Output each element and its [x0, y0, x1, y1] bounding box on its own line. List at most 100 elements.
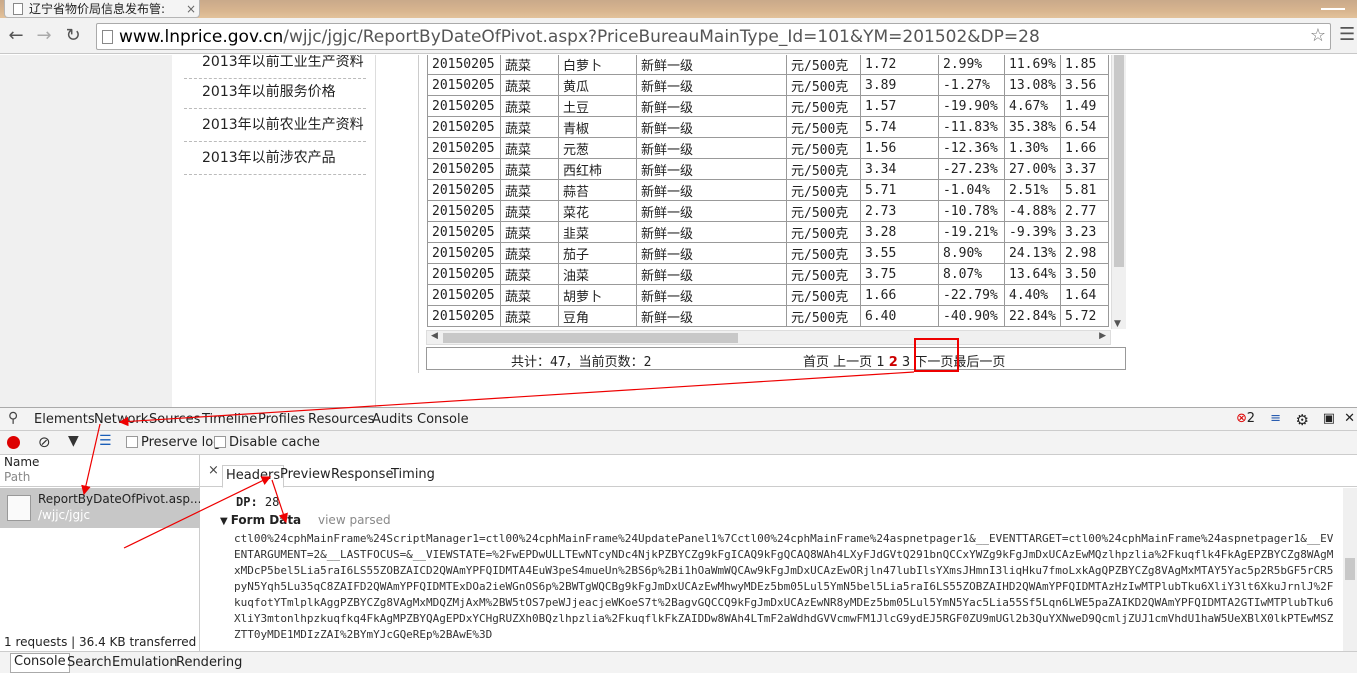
pager-page-1[interactable]: 1: [876, 355, 884, 370]
tab-timing[interactable]: Timing: [391, 467, 435, 482]
tab-close-icon[interactable]: ×: [183, 2, 199, 16]
table-cell: 蔬菜: [500, 74, 559, 96]
record-icon[interactable]: [7, 436, 20, 449]
pager-page-3[interactable]: 3: [902, 355, 910, 370]
page-content: 2013年以前工业生产资料 2013年以前服务价格 2013年以前农业生产资料 …: [0, 55, 1357, 407]
table-cell: 20150205: [427, 95, 501, 117]
back-arrow-icon[interactable]: ←: [4, 24, 28, 48]
table-cell: 新鲜一级: [636, 116, 787, 138]
table-cell: 20150205: [427, 74, 501, 96]
window-minimize-icon[interactable]: [1321, 0, 1345, 10]
drawer-tab-emulation[interactable]: Emulation: [112, 655, 178, 670]
pager-first[interactable]: 首页: [803, 355, 829, 370]
view-parsed-link[interactable]: view parsed: [318, 513, 391, 527]
table-cell: 5.74: [860, 116, 939, 138]
table-cell: 元/500克: [786, 158, 861, 180]
table-cell: 新鲜一级: [636, 74, 787, 96]
drawer-tab-rendering[interactable]: Rendering: [176, 655, 242, 670]
column-name[interactable]: Name: [4, 455, 39, 469]
page-icon: [102, 30, 113, 44]
scrollbar-thumb[interactable]: [443, 333, 738, 343]
filter-icon[interactable]: ▼: [68, 433, 79, 449]
error-count[interactable]: 2: [1247, 411, 1255, 426]
list-view-icon[interactable]: ☰: [99, 433, 112, 449]
table-cell: 2.51%: [1004, 179, 1061, 201]
table-row: 20150205 蔬菜 青椒 新鲜一级 元/500克 5.74 -11.83% 35.38% 6…: [427, 116, 1109, 138]
table-cell: 1.66: [860, 284, 939, 306]
left-gutter: [0, 55, 172, 407]
close-icon[interactable]: ✕: [1344, 411, 1355, 426]
tab-response[interactable]: Response: [331, 467, 393, 482]
tab-audits[interactable]: Audits: [372, 412, 413, 427]
bookmark-star-icon[interactable]: ☆: [1310, 25, 1326, 46]
scroll-right-arrow-icon[interactable]: ▶: [1099, 331, 1106, 341]
tab-sources[interactable]: Sources: [149, 412, 200, 427]
pager-prev[interactable]: 上一页: [833, 355, 872, 370]
drawer-tab-search[interactable]: Search: [67, 655, 112, 670]
table-cell: 新鲜一级: [636, 242, 787, 264]
table-cell: 3.75: [860, 263, 939, 285]
pager-last[interactable]: 最后一页: [953, 355, 1005, 370]
scrollbar-thumb[interactable]: [1345, 558, 1355, 580]
table-row: 20150205 蔬菜 黄瓜 新鲜一级 元/500克 3.89 -1.27% 13.08% 3.…: [427, 74, 1109, 96]
table-cell: 22.84%: [1004, 305, 1061, 327]
error-icon[interactable]: ⊗: [1236, 411, 1247, 426]
table-cell: 3.55: [860, 242, 939, 264]
table-row: 20150205 蔬菜 蒜苔 新鲜一级 元/500克 5.71 -1.04% 2.51% 5.8…: [427, 179, 1109, 201]
tab-network[interactable]: Network: [94, 412, 148, 427]
table-row: 20150205 蔬菜 茄子 新鲜一级 元/500克 3.55 8.90% 24.13% 2.9…: [427, 242, 1109, 264]
table-cell: 元/500克: [786, 242, 861, 264]
settings-gear-icon[interactable]: ⚙: [1296, 411, 1309, 429]
left-menu: 2013年以前工业生产资料 2013年以前服务价格 2013年以前农业生产资料 …: [182, 55, 376, 407]
form-data-section[interactable]: ▼ Form Data: [220, 513, 301, 527]
table-cell: 蔬菜: [500, 158, 559, 180]
table-cell: -11.83%: [938, 116, 1005, 138]
left-menu-item[interactable]: 2013年以前涉农产品: [184, 142, 366, 175]
table-row: 20150205 蔬菜 韭菜 新鲜一级 元/500克 3.28 -19.21% -9.39% 3…: [427, 221, 1109, 243]
tab-timeline[interactable]: Timeline: [202, 412, 257, 427]
scrollbar-thumb[interactable]: [1114, 55, 1124, 267]
left-menu-item[interactable]: 2013年以前农业生产资料: [184, 109, 366, 142]
pager: 共计：47，当前页数：2 首页 上一页 1 2 3 下一页最后一页: [426, 347, 1126, 370]
drawer-tab-console[interactable]: Console: [10, 653, 70, 673]
left-menu-item[interactable]: 2013年以前服务价格: [184, 76, 366, 109]
table-cell: 27.00%: [1004, 158, 1061, 180]
table-cell: 元/500克: [786, 74, 861, 96]
table-row: 20150205 蔬菜 菜花 新鲜一级 元/500克 2.73 -10.78% -4.88% 2…: [427, 200, 1109, 222]
expand-triangle-icon[interactable]: ▼: [220, 516, 228, 527]
search-icon[interactable]: ⚲: [8, 410, 18, 426]
tab-preview[interactable]: Preview: [280, 467, 331, 482]
disable-cache-checkbox[interactable]: [214, 436, 226, 448]
scroll-down-arrow-icon[interactable]: ▼: [1114, 319, 1121, 329]
console-drawer-icon[interactable]: ≡: [1270, 411, 1281, 426]
forward-arrow-icon[interactable]: →: [32, 24, 56, 48]
column-path[interactable]: Path: [4, 470, 30, 484]
scroll-left-arrow-icon[interactable]: ◀: [431, 331, 438, 341]
tab-headers[interactable]: Headers: [222, 465, 285, 488]
reload-icon[interactable]: ↻: [61, 24, 85, 48]
tab-elements[interactable]: Elements: [34, 412, 95, 427]
tab-resources[interactable]: Resources: [308, 412, 374, 427]
table-cell: 蔬菜: [500, 179, 559, 201]
table-cell: 1.56: [860, 137, 939, 159]
browser-tab[interactable]: 辽宁省物价局信息发布管: ×: [4, 0, 200, 18]
preserve-log-checkbox[interactable]: [126, 436, 138, 448]
table-vertical-scrollbar[interactable]: ▼: [1111, 55, 1126, 329]
chrome-menu-icon[interactable]: ☰: [1339, 24, 1355, 45]
tab-profiles[interactable]: Profiles: [258, 412, 305, 427]
table-horizontal-scrollbar[interactable]: ◀ ▶: [426, 330, 1111, 345]
dock-icon[interactable]: ▣: [1323, 411, 1335, 426]
table-cell: 20150205: [427, 137, 501, 159]
clear-icon[interactable]: ⊘: [38, 433, 51, 451]
table-cell: 新鲜一级: [636, 55, 787, 75]
table-cell: 1.85: [1060, 55, 1109, 75]
table-cell: -1.27%: [938, 74, 1005, 96]
table-cell: 茄子: [558, 242, 637, 264]
close-detail-icon[interactable]: ×: [208, 463, 219, 478]
tab-console[interactable]: Console: [417, 412, 469, 427]
table-cell: 13.08%: [1004, 74, 1061, 96]
address-bar[interactable]: www.lnprice.gov.cn/wjjc/jgjc/ReportByDat…: [96, 23, 1331, 50]
request-row[interactable]: ReportByDateOfPivot.asp... /wjjc/jgjc: [0, 488, 201, 528]
table-cell: 3.50: [1060, 263, 1109, 285]
detail-scrollbar[interactable]: [1343, 488, 1357, 651]
